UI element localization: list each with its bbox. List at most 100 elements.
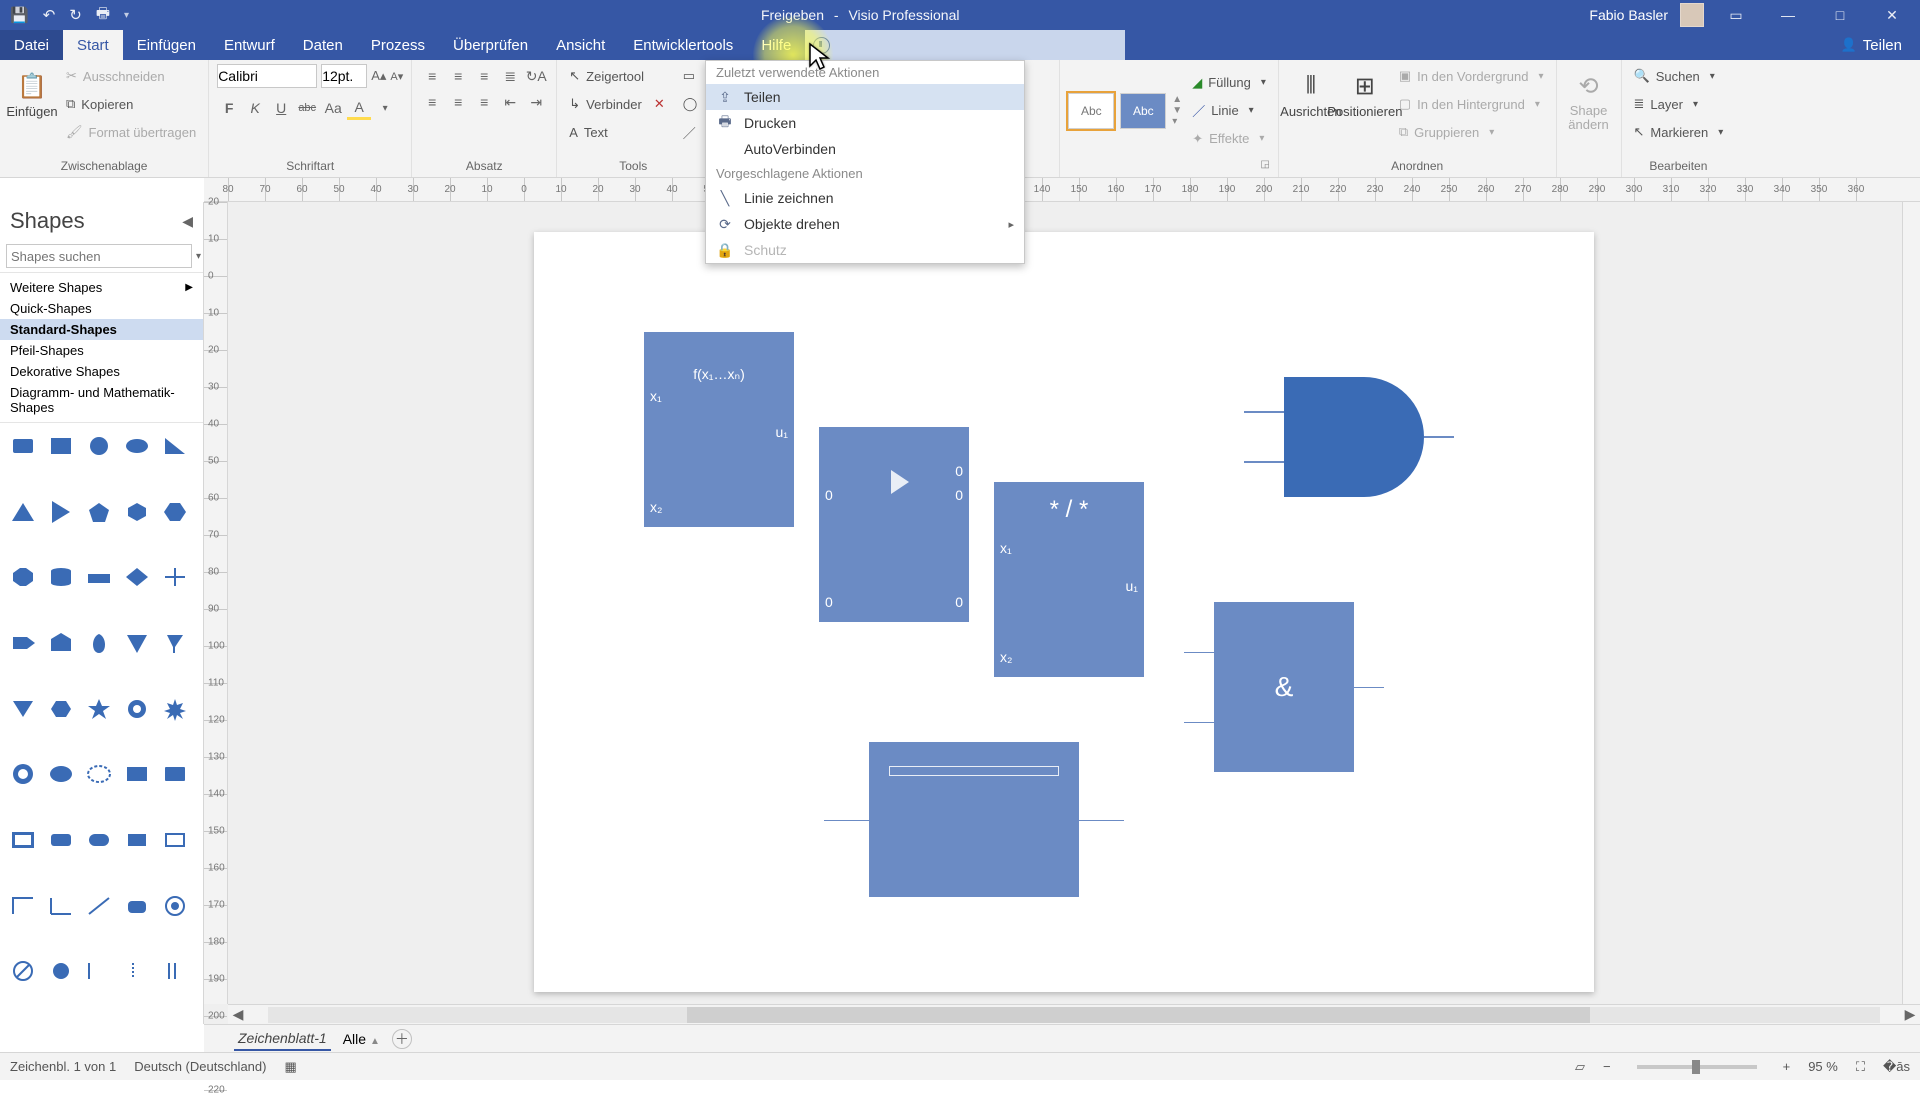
- tab-design[interactable]: Entwurf: [210, 30, 289, 60]
- undo-icon[interactable]: ↶: [43, 6, 56, 24]
- shape-stencil-item[interactable]: [44, 431, 78, 461]
- shrink-font-icon[interactable]: A▾: [390, 70, 403, 83]
- case-button[interactable]: Aa: [321, 96, 345, 120]
- shape-stencil-item[interactable]: [44, 562, 78, 592]
- shape-and-gate[interactable]: [1244, 372, 1454, 502]
- style-thumb[interactable]: Abc: [1068, 93, 1114, 129]
- gallery-up-icon[interactable]: ▲: [1172, 94, 1182, 105]
- shape-stencil-item[interactable]: [82, 628, 116, 658]
- align-center-button[interactable]: ≡: [446, 90, 470, 114]
- shape-stencil-item[interactable]: [82, 759, 116, 789]
- cat-decorative-shapes[interactable]: Dekorative Shapes: [0, 361, 203, 382]
- scroll-right-icon[interactable]: ▶: [1900, 1006, 1920, 1023]
- shape-stencil-item[interactable]: [6, 759, 40, 789]
- shape-stencil-item[interactable]: [120, 431, 154, 461]
- send-back-button[interactable]: ▢In den Hintergrund▾: [1395, 92, 1548, 116]
- shape-stencil-item[interactable]: [44, 628, 78, 658]
- shape-stencil-item[interactable]: [158, 825, 192, 855]
- save-icon[interactable]: 💾: [10, 6, 29, 24]
- cat-diagram-shapes[interactable]: Diagramm- und Mathematik-Shapes: [0, 382, 203, 418]
- tab-view[interactable]: Ansicht: [542, 30, 619, 60]
- shape-stencil-item[interactable]: [158, 891, 192, 921]
- shape-stencil-item[interactable]: [6, 694, 40, 724]
- zoom-level[interactable]: 95 %: [1808, 1059, 1838, 1074]
- scrollbar-vertical[interactable]: [1902, 202, 1920, 1004]
- user-avatar[interactable]: [1680, 3, 1704, 27]
- shape-stencil-item[interactable]: [44, 825, 78, 855]
- shape-stencil-item[interactable]: [82, 562, 116, 592]
- bring-front-button[interactable]: ▣In den Vordergrund▾: [1395, 64, 1548, 88]
- share-button[interactable]: Teilen: [1823, 30, 1920, 60]
- shape-amp-block[interactable]: &: [1214, 602, 1354, 772]
- tell-me-box[interactable]: [805, 30, 1125, 60]
- gallery-down-icon[interactable]: ▼: [1172, 105, 1182, 116]
- font-size-select[interactable]: [321, 64, 367, 88]
- maximize-icon[interactable]: □: [1820, 7, 1860, 23]
- group-button[interactable]: ⧉Gruppieren▾: [1395, 120, 1548, 144]
- shape-stencil-item[interactable]: [158, 694, 192, 724]
- title-share[interactable]: Freigeben: [761, 7, 824, 23]
- tellme-item-teilen[interactable]: ⇪Teilen: [706, 84, 1024, 110]
- shape-stencil-item[interactable]: [158, 562, 192, 592]
- rotate-text-button[interactable]: ↻A: [524, 64, 548, 88]
- search-dropdown-icon[interactable]: ▾: [196, 251, 201, 262]
- shape-stencil-item[interactable]: [158, 759, 192, 789]
- shape-stencil-item[interactable]: [6, 825, 40, 855]
- styles-dialog-icon[interactable]: ◲: [1260, 159, 1269, 170]
- inc-indent-button[interactable]: ⇥: [524, 90, 548, 114]
- tab-help[interactable]: Hilfe: [747, 30, 805, 60]
- shape-stencil-item[interactable]: [6, 956, 40, 986]
- italic-button[interactable]: K: [243, 96, 267, 120]
- fill-button[interactable]: ◢Füllung▾: [1188, 71, 1270, 95]
- shape-register-block[interactable]: [869, 742, 1079, 897]
- shape-stencil-item[interactable]: [44, 694, 78, 724]
- shape-stencil-item[interactable]: [6, 497, 40, 527]
- layer-button[interactable]: ≣Layer▾: [1630, 92, 1728, 116]
- highlight-color-button[interactable]: A: [347, 96, 371, 120]
- shape-function-block[interactable]: f(x₁…xₙ) x₁ u₁ x₂: [644, 332, 794, 527]
- print-icon[interactable]: 🖶: [96, 3, 110, 28]
- fit-page-icon[interactable]: ⛶: [1856, 1059, 1865, 1075]
- scroll-left-icon[interactable]: ◀: [228, 1006, 248, 1023]
- shape-stencil-item[interactable]: [120, 694, 154, 724]
- status-lang[interactable]: Deutsch (Deutschland): [134, 1059, 266, 1074]
- shape-stencil-item[interactable]: [120, 759, 154, 789]
- find-button[interactable]: 🔍Suchen▾: [1630, 64, 1728, 88]
- shape-stencil-item[interactable]: [158, 956, 192, 986]
- fullscreen-icon[interactable]: �ās: [1883, 1059, 1910, 1075]
- cut-button[interactable]: ✂Ausschneiden: [62, 64, 200, 88]
- line-button[interactable]: ／Linie▾: [1188, 99, 1270, 123]
- user-name[interactable]: Fabio Basler: [1589, 7, 1668, 23]
- scroll-thumb[interactable]: [687, 1007, 1590, 1023]
- align-top-button[interactable]: ≡: [420, 64, 444, 88]
- sheet-all[interactable]: Alle ▲: [343, 1031, 380, 1047]
- cat-more-shapes[interactable]: Weitere Shapes▶: [0, 277, 203, 298]
- select-button[interactable]: ↖Markieren▾: [1630, 120, 1728, 144]
- shape-stencil-item[interactable]: [158, 497, 192, 527]
- tellme-item-drucken[interactable]: 🖶Drucken: [706, 110, 1024, 136]
- zoom-out-icon[interactable]: −: [1603, 1059, 1611, 1074]
- shape-stencil-item[interactable]: [82, 431, 116, 461]
- shape-stencil-item[interactable]: [6, 628, 40, 658]
- shape-stencil-item[interactable]: [82, 825, 116, 855]
- scroll-track[interactable]: [268, 1007, 1880, 1023]
- scrollbar-horizontal[interactable]: ◀ ▶: [228, 1004, 1920, 1024]
- tab-process[interactable]: Prozess: [357, 30, 439, 60]
- shape-stencil-item[interactable]: [120, 956, 154, 986]
- shape-stencil-item[interactable]: [120, 891, 154, 921]
- align-middle-button[interactable]: ≡: [446, 64, 470, 88]
- collapse-panel-icon[interactable]: ◀: [182, 213, 193, 230]
- tab-insert[interactable]: Einfügen: [123, 30, 210, 60]
- connector-tool-button[interactable]: ↳Verbinder✕: [565, 92, 668, 116]
- tellme-item-linie[interactable]: ╲Linie zeichnen: [706, 185, 1024, 211]
- shape-stencil-item[interactable]: [82, 694, 116, 724]
- font-color-button[interactable]: ▾: [373, 96, 397, 120]
- zoom-slider[interactable]: [1637, 1065, 1757, 1069]
- macro-record-icon[interactable]: ▦: [284, 1059, 296, 1075]
- shape-stencil-item[interactable]: [158, 431, 192, 461]
- format-painter-button[interactable]: 🖌Format übertragen: [62, 120, 200, 144]
- line-tool-button[interactable]: ／: [679, 120, 702, 144]
- cat-arrow-shapes[interactable]: Pfeil-Shapes: [0, 340, 203, 361]
- shape-stencil-item[interactable]: [6, 431, 40, 461]
- tellme-item-autoverbinden[interactable]: AutoVerbinden: [706, 136, 1024, 162]
